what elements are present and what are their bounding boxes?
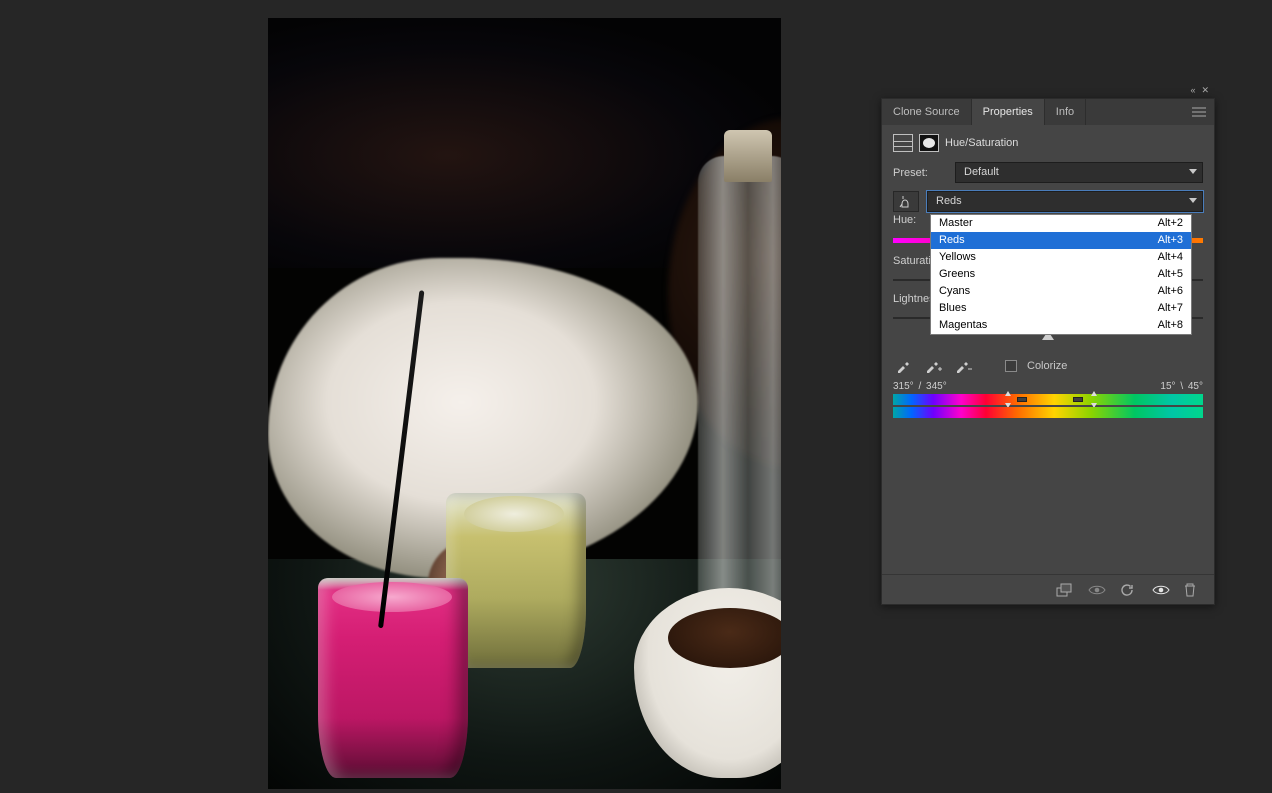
colorize-checkbox[interactable]	[1005, 360, 1017, 372]
view-previous-icon[interactable]	[1088, 584, 1106, 596]
panel-footer	[882, 574, 1214, 604]
range-right: 15° \ 45°	[1160, 381, 1203, 392]
channel-option-cyans[interactable]: CyansAlt+6	[931, 283, 1191, 300]
colorize-label: Colorize	[1027, 360, 1067, 372]
tab-properties[interactable]: Properties	[972, 99, 1045, 125]
hue-range-bar-top[interactable]	[893, 394, 1203, 405]
panel-close-icon[interactable]: ✕	[1201, 85, 1209, 96]
panel-collapse-icon[interactable]: «	[1190, 85, 1195, 95]
panel-menu-icon[interactable]	[1192, 99, 1214, 125]
preset-select-value: Default	[964, 166, 999, 178]
tab-clone-source[interactable]: Clone Source	[882, 99, 972, 125]
channel-option-reds[interactable]: RedsAlt+3	[931, 232, 1191, 249]
chevron-down-icon	[1189, 198, 1197, 203]
channel-option-master[interactable]: MasterAlt+2	[931, 215, 1191, 232]
preset-select[interactable]: Default	[955, 162, 1203, 183]
visibility-toggle-icon[interactable]	[1152, 584, 1170, 596]
hue-range-bar-bottom[interactable]	[893, 407, 1203, 418]
tab-info[interactable]: Info	[1045, 99, 1086, 125]
chevron-down-icon	[1189, 169, 1197, 174]
delete-icon[interactable]	[1184, 583, 1202, 597]
adjustment-title: Hue/Saturation	[945, 137, 1018, 149]
layer-mask-icon[interactable]	[919, 134, 939, 152]
properties-panel: Clone Source Properties Info Hue/Saturat…	[881, 98, 1215, 605]
channel-select[interactable]: Reds	[927, 191, 1203, 212]
channel-option-yellows[interactable]: YellowsAlt+4	[931, 249, 1191, 266]
adjustment-thumb-icon[interactable]	[893, 134, 913, 152]
panel-titlebar: « ✕	[881, 82, 1215, 98]
clip-to-layer-icon[interactable]	[1056, 583, 1074, 597]
eyedropper-icon[interactable]	[893, 357, 913, 375]
channel-select-value: Reds	[936, 195, 962, 207]
channel-option-magentas[interactable]: MagentasAlt+8	[931, 317, 1191, 334]
photo-content	[268, 18, 781, 789]
eyedropper-subtract-icon[interactable]	[953, 357, 973, 375]
channel-option-blues[interactable]: BluesAlt+7	[931, 300, 1191, 317]
channel-option-greens[interactable]: GreensAlt+5	[931, 266, 1191, 283]
targeted-adjust-tool[interactable]	[893, 191, 919, 212]
panel-tabs: Clone Source Properties Info	[882, 99, 1214, 125]
eyedropper-add-icon[interactable]	[923, 357, 943, 375]
document-canvas[interactable]	[268, 18, 781, 789]
preset-label: Preset:	[893, 167, 947, 179]
channel-dropdown[interactable]: MasterAlt+2RedsAlt+3YellowsAlt+4GreensAl…	[930, 214, 1192, 335]
range-left: 315° / 345°	[893, 381, 947, 392]
reset-icon[interactable]	[1120, 583, 1138, 597]
